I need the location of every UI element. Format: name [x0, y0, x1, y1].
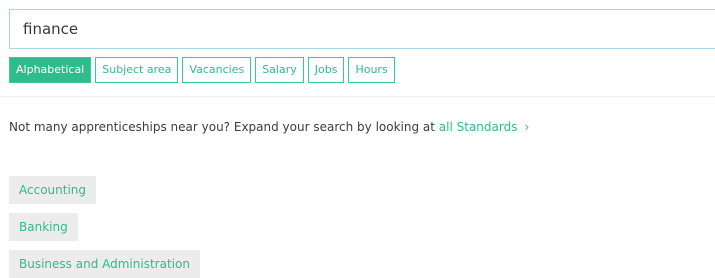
expand-search-notice: Not many apprenticeships near you? Expan… [9, 120, 529, 134]
chevron-right-icon: › [524, 120, 530, 134]
notice-text: Not many apprenticeships near you? Expan… [9, 120, 439, 134]
result-item-accounting[interactable]: Accounting [9, 176, 97, 204]
sort-tab-alphabetical[interactable]: Alphabetical [9, 57, 92, 83]
search-input[interactable] [10, 10, 715, 48]
search-box[interactable] [9, 9, 715, 49]
divider [0, 96, 715, 97]
result-item-business-and-administration[interactable]: Business and Administration [9, 250, 200, 278]
sort-tabs: Alphabetical Subject area Vacancies Sala… [9, 57, 395, 83]
sort-tab-jobs[interactable]: Jobs [307, 57, 345, 83]
all-standards-link[interactable]: all Standards [439, 120, 518, 134]
result-item-banking[interactable]: Banking [9, 213, 78, 241]
sort-tab-vacancies[interactable]: Vacancies [182, 57, 252, 83]
results-list: Accounting Banking Business and Administ… [9, 176, 200, 278]
sort-tab-hours[interactable]: Hours [348, 57, 395, 83]
sort-tab-subject-area[interactable]: Subject area [95, 57, 179, 83]
sort-tab-salary[interactable]: Salary [255, 57, 304, 83]
